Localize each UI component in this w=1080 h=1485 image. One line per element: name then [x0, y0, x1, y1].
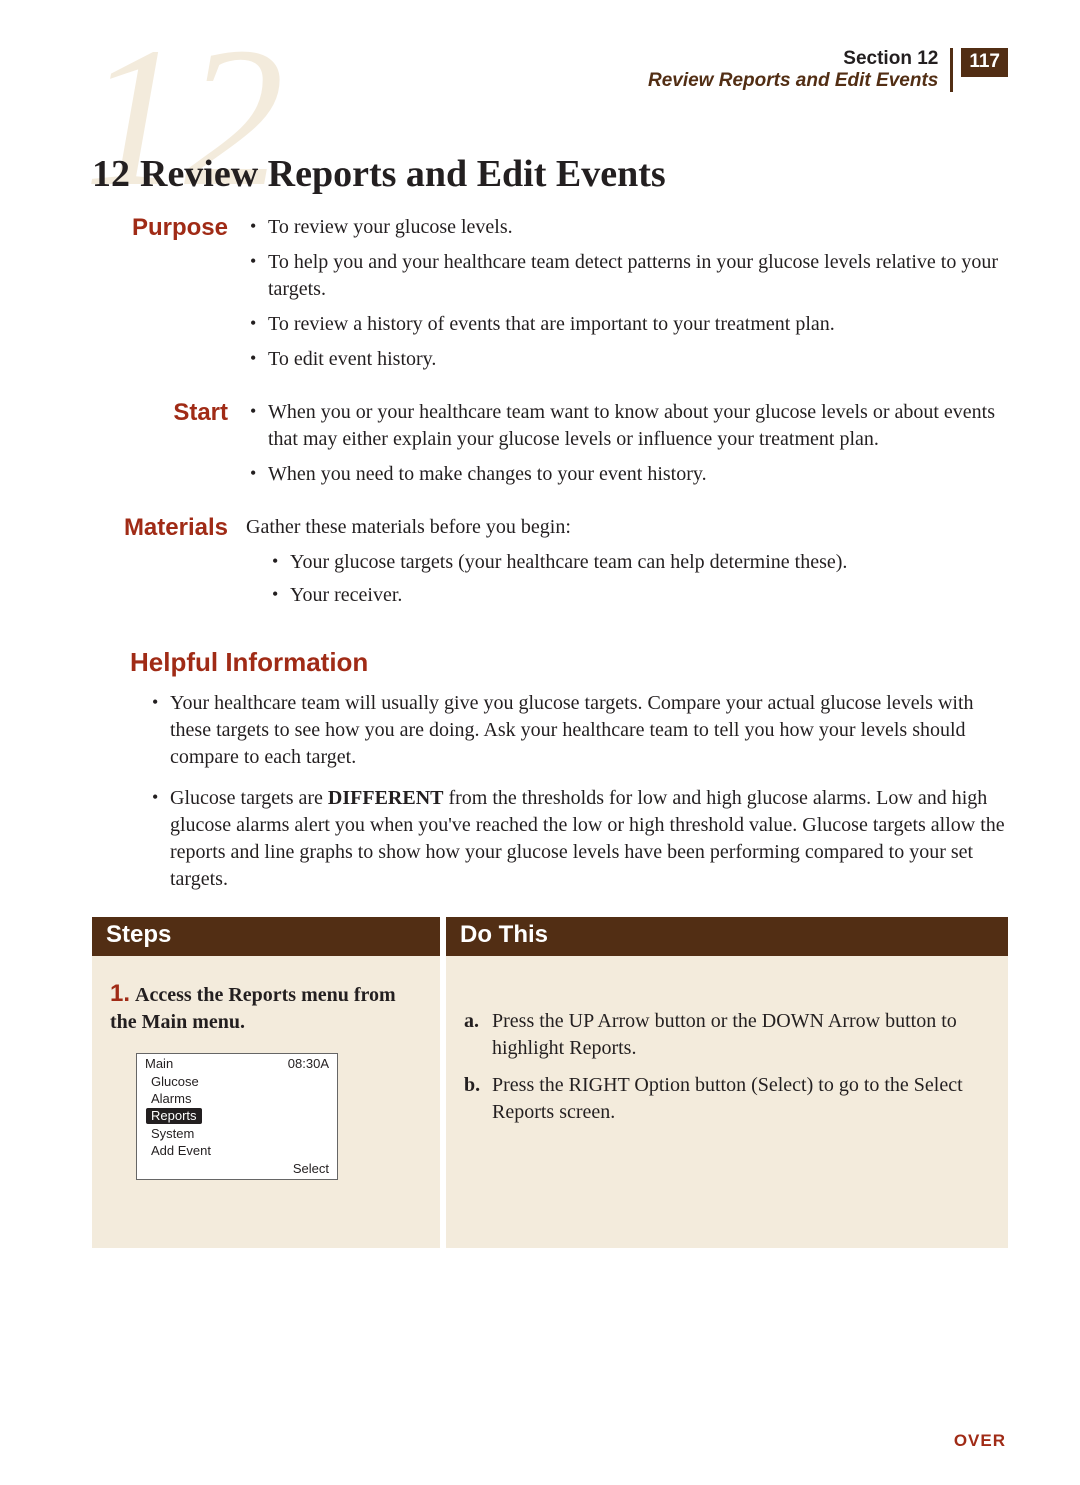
- step-text: Access the Reports menu from the Main me…: [110, 984, 396, 1033]
- list-item: Glucose targets are DIFFERENT from the t…: [148, 785, 1008, 893]
- dothis-list: a. Press the UP Arrow button or the DOWN…: [464, 1008, 990, 1126]
- page-number: 117: [961, 48, 1008, 77]
- materials-label: Materials: [92, 514, 246, 615]
- device-menu-item-selected: Reports: [137, 1107, 337, 1125]
- list-item: Your receiver.: [268, 582, 1008, 609]
- helpful-text: Your healthcare team will usually give y…: [170, 692, 974, 768]
- device-menu-item: Alarms: [137, 1090, 337, 1107]
- helpful-text-bold: DIFFERENT: [328, 787, 444, 809]
- helpful-list: Your healthcare team will usually give y…: [148, 690, 1008, 893]
- device-screenshot: Main 08:30A Glucose Alarms Reports Syste…: [136, 1053, 338, 1180]
- device-menu-item: System: [137, 1125, 337, 1142]
- start-label: Start: [92, 399, 246, 496]
- list-item: To review your glucose levels.: [246, 214, 1008, 241]
- dothis-marker: b.: [464, 1072, 480, 1099]
- section-label: Section 12: [648, 48, 938, 70]
- over-indicator: OVER: [954, 1431, 1006, 1451]
- steps-column: Steps 1. Access the Reports menu from th…: [92, 917, 440, 1248]
- helpful-heading: Helpful Information: [130, 647, 1008, 678]
- purpose-label: Purpose: [92, 214, 246, 381]
- device-softkey: Select: [137, 1159, 337, 1179]
- dothis-column: Do This a. Press the UP Arrow button or …: [446, 917, 1008, 1248]
- device-menu-item: Glucose: [137, 1073, 337, 1090]
- list-item: b. Press the RIGHT Option button (Select…: [464, 1072, 990, 1126]
- steps-area: Steps 1. Access the Reports menu from th…: [92, 917, 1008, 1248]
- list-item: When you need to make changes to your ev…: [246, 461, 1008, 488]
- list-item: To help you and your healthcare team det…: [246, 249, 1008, 303]
- materials-row: Materials Gather these materials before …: [92, 514, 1008, 615]
- device-menu-item: Add Event: [137, 1142, 337, 1159]
- steps-heading: Steps: [92, 917, 440, 956]
- list-item: To review a history of events that are i…: [246, 311, 1008, 338]
- list-item: When you or your healthcare team want to…: [246, 399, 1008, 453]
- list-item: Your healthcare team will usually give y…: [148, 690, 1008, 771]
- purpose-list: To review your glucose levels. To help y…: [246, 214, 1008, 373]
- materials-intro: Gather these materials before you begin:: [246, 514, 1008, 541]
- chapter-title-text: Review Reports and Edit Events: [140, 153, 666, 195]
- start-list: When you or your healthcare team want to…: [246, 399, 1008, 488]
- materials-list: Your glucose targets (your healthcare te…: [268, 549, 1008, 609]
- list-item: To edit event history.: [246, 346, 1008, 373]
- purpose-row: Purpose To review your glucose levels. T…: [92, 214, 1008, 381]
- dothis-text: Press the RIGHT Option button (Select) t…: [492, 1074, 963, 1123]
- section-subtitle: Review Reports and Edit Events: [648, 70, 938, 92]
- device-title: Main: [145, 1056, 173, 1071]
- dothis-marker: a.: [464, 1008, 479, 1035]
- dothis-heading: Do This: [446, 917, 1008, 956]
- device-time: 08:30A: [288, 1056, 329, 1071]
- chapter-title: 12Review Reports and Edit Events: [92, 152, 1008, 196]
- chapter-number: 12: [92, 153, 130, 195]
- start-row: Start When you or your healthcare team w…: [92, 399, 1008, 496]
- step-1-title: 1. Access the Reports menu from the Main…: [110, 978, 422, 1035]
- helpful-text-pre: Glucose targets are: [170, 787, 328, 809]
- list-item: a. Press the UP Arrow button or the DOWN…: [464, 1008, 990, 1062]
- step-number: 1.: [110, 980, 130, 1007]
- list-item: Your glucose targets (your healthcare te…: [268, 549, 1008, 576]
- dothis-text: Press the UP Arrow button or the DOWN Ar…: [492, 1010, 957, 1059]
